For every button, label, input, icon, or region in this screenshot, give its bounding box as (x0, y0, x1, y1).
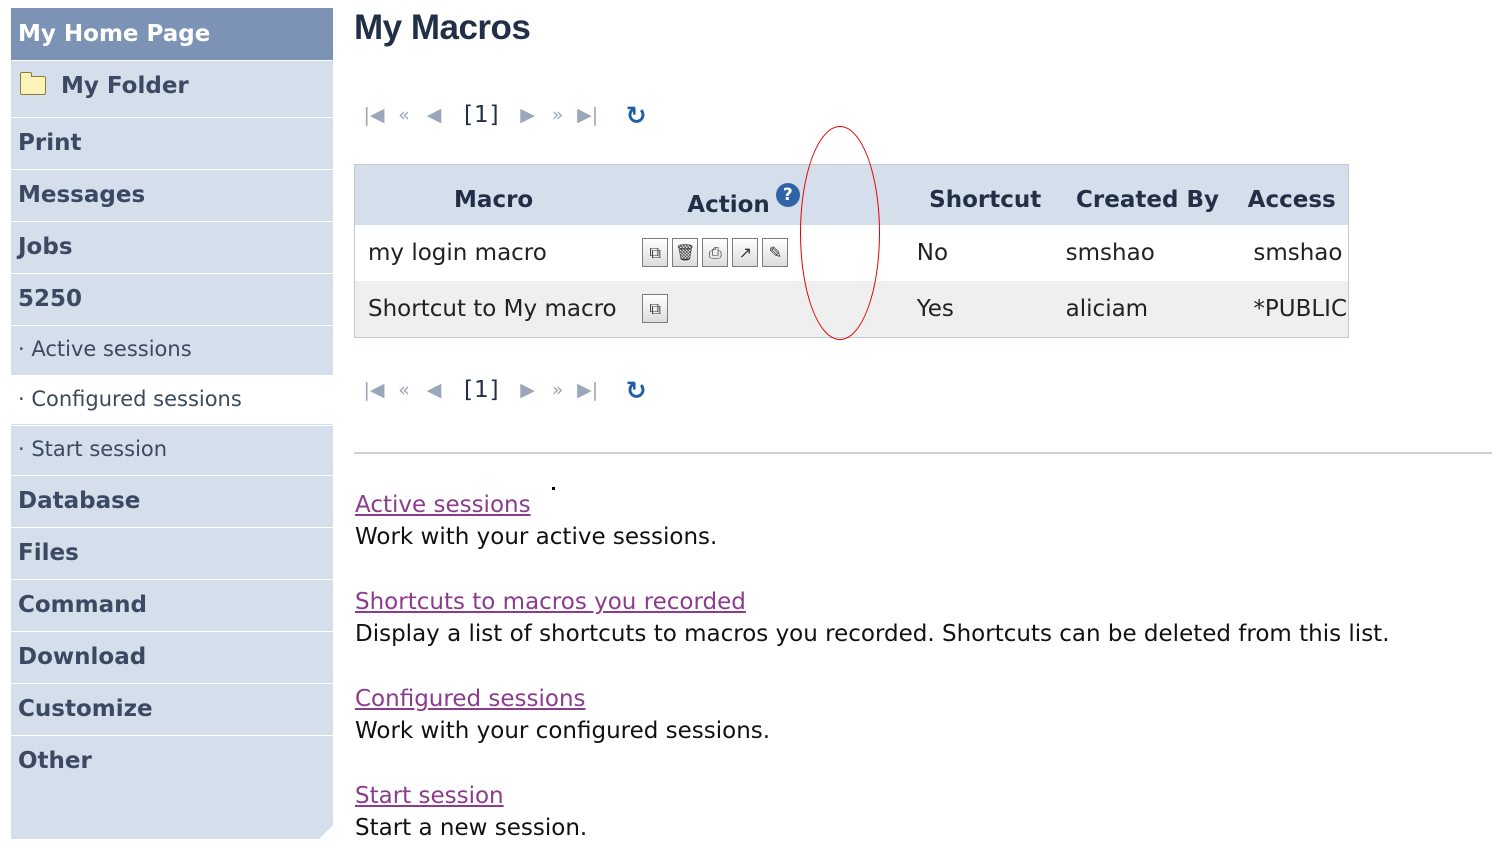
sidebar-item-download[interactable]: Download (11, 631, 333, 682)
action-cell: ⧉ (632, 281, 911, 338)
delete-icon[interactable]: 🗑 (672, 238, 699, 267)
page-number[interactable]: [1] (464, 102, 500, 128)
start-session-link[interactable]: Start session (355, 780, 587, 812)
sidebar-subitem-start-session[interactable]: · Start session (11, 425, 333, 474)
last-page-icon[interactable]: ▶| (576, 104, 600, 126)
sidebar-subitem-configured-sessions[interactable]: · Configured sessions (11, 375, 333, 424)
print-icon[interactable]: ⎙ (702, 238, 729, 267)
column-header-label: Action (687, 191, 770, 218)
shortcut-value: Yes (916, 295, 954, 322)
link-description: Display a list of shortcuts to macros yo… (355, 621, 1390, 647)
sidebar-item-label: Customize (18, 696, 153, 722)
prev-pages-icon[interactable]: « (392, 104, 416, 126)
next-page-icon[interactable]: ▶ (516, 379, 540, 401)
sidebar-item-label: Print (18, 130, 82, 156)
configured-sessions-link[interactable]: Configured sessions (355, 683, 770, 715)
sidebar-item-label: My Folder (61, 73, 189, 99)
sidebar-item-label: · Configured sessions (18, 387, 242, 411)
sidebar-item-other[interactable]: Other (11, 735, 333, 786)
sidebar-item-label: · Start session (18, 437, 168, 461)
link-description: Start a new session. (355, 815, 588, 841)
related-link-shortcuts: Shortcuts to macros you recorded Display… (355, 586, 1390, 650)
refresh-icon[interactable]: ↻ (626, 376, 647, 405)
sidebar-item-label: My Home Page (18, 21, 211, 47)
sidebar-item-database[interactable]: Database (11, 475, 333, 526)
sidebar-item-label: Command (18, 592, 147, 618)
sidebar-item-customize[interactable]: Customize (11, 683, 333, 734)
sidebar-corner (319, 825, 333, 839)
prev-pages-icon[interactable]: « (392, 379, 416, 401)
sidebar-item-messages[interactable]: Messages (11, 169, 333, 220)
shortcuts-to-macros-link[interactable]: Shortcuts to macros you recorded (355, 586, 1390, 618)
page-number[interactable]: [1] (464, 377, 500, 403)
sidebar-item-label: Files (18, 540, 79, 566)
related-link-start-session: Start session Start a new session. (355, 780, 587, 844)
page-title: My Macros (354, 8, 531, 47)
first-page-icon[interactable]: |◀ (362, 379, 386, 401)
access-value: *PUBLIC (1253, 295, 1347, 322)
sidebar-item-5250[interactable]: 5250 (11, 273, 333, 324)
created-by-value: smshao (1065, 239, 1155, 266)
sidebar-item-label: Download (18, 644, 147, 670)
action-cell: ⧉ 🗑 ⎙ ↗ ✎ (632, 225, 911, 281)
first-page-icon[interactable]: |◀ (362, 104, 386, 126)
column-header-shortcut[interactable]: Shortcut (911, 165, 1060, 225)
sidebar-item-files[interactable]: Files (11, 527, 333, 578)
pager-top: |◀ « ◀ [1] ▶ » ▶| ↻ (362, 98, 647, 132)
sidebar-item-label: 5250 (18, 286, 83, 312)
prev-page-icon[interactable]: ◀ (422, 379, 446, 401)
copy-icon[interactable]: ⧉ (642, 294, 669, 323)
link-description: Work with your active sessions. (355, 524, 718, 550)
access-value: smshao (1253, 239, 1343, 266)
table-row: Shortcut to My macro ⧉ Yes aliciam *PUBL… (354, 280, 1349, 338)
macro-name: Shortcut to My macro (368, 295, 617, 322)
created-by-value: aliciam (1065, 295, 1149, 322)
sidebar-item-my-folder[interactable]: My Folder (11, 60, 333, 111)
column-header-macro[interactable]: Macro (355, 165, 633, 225)
pager-bottom: |◀ « ◀ [1] ▶ » ▶| ↻ (362, 373, 647, 407)
edit-icon[interactable]: ✎ (762, 238, 789, 267)
sidebar-item-command[interactable]: Command (11, 579, 333, 630)
sidebar-item-label: Jobs (18, 234, 73, 260)
macro-table: Macro Action? Shortcut Created By Access… (354, 164, 1349, 338)
sidebar-item-label: Database (18, 488, 141, 514)
shortcut-value: No (916, 239, 949, 266)
next-pages-icon[interactable]: » (546, 379, 570, 401)
related-link-active-sessions: Active sessions Work with your active se… (355, 489, 717, 553)
column-header-created-by[interactable]: Created By (1060, 165, 1236, 225)
sidebar-nav: My Home Page My Folder Print Messages Jo… (11, 8, 333, 839)
column-header-action: Action? (632, 165, 911, 225)
shortcut-icon[interactable]: ↗ (732, 238, 759, 267)
sidebar-item-jobs[interactable]: Jobs (11, 221, 333, 272)
column-header-access[interactable]: Access (1235, 165, 1348, 225)
macro-name: my login macro (368, 239, 547, 266)
table-header-row: Macro Action? Shortcut Created By Access (354, 164, 1349, 225)
link-description: Work with your configured sessions. (355, 718, 771, 744)
folder-icon (20, 72, 46, 95)
last-page-icon[interactable]: ▶| (576, 379, 600, 401)
sidebar-item-home[interactable]: My Home Page (11, 8, 333, 60)
refresh-icon[interactable]: ↻ (626, 101, 647, 130)
next-page-icon[interactable]: ▶ (516, 104, 540, 126)
sidebar-item-label: Messages (18, 182, 146, 208)
sidebar-item-print[interactable]: Print (11, 117, 333, 168)
prev-page-icon[interactable]: ◀ (422, 104, 446, 126)
table-row: my login macro ⧉ 🗑 ⎙ ↗ ✎ No smshao smshao (354, 224, 1349, 281)
active-sessions-link[interactable]: Active sessions (355, 489, 717, 521)
divider (354, 452, 1492, 454)
copy-icon[interactable]: ⧉ (642, 238, 669, 267)
related-link-configured-sessions: Configured sessions Work with your confi… (355, 683, 770, 747)
next-pages-icon[interactable]: » (546, 104, 570, 126)
help-icon[interactable]: ? (775, 182, 800, 207)
sidebar-item-label: · Active sessions (18, 337, 192, 361)
sidebar-subitem-active-sessions[interactable]: · Active sessions (11, 325, 333, 374)
sidebar-item-label: Other (18, 748, 92, 774)
